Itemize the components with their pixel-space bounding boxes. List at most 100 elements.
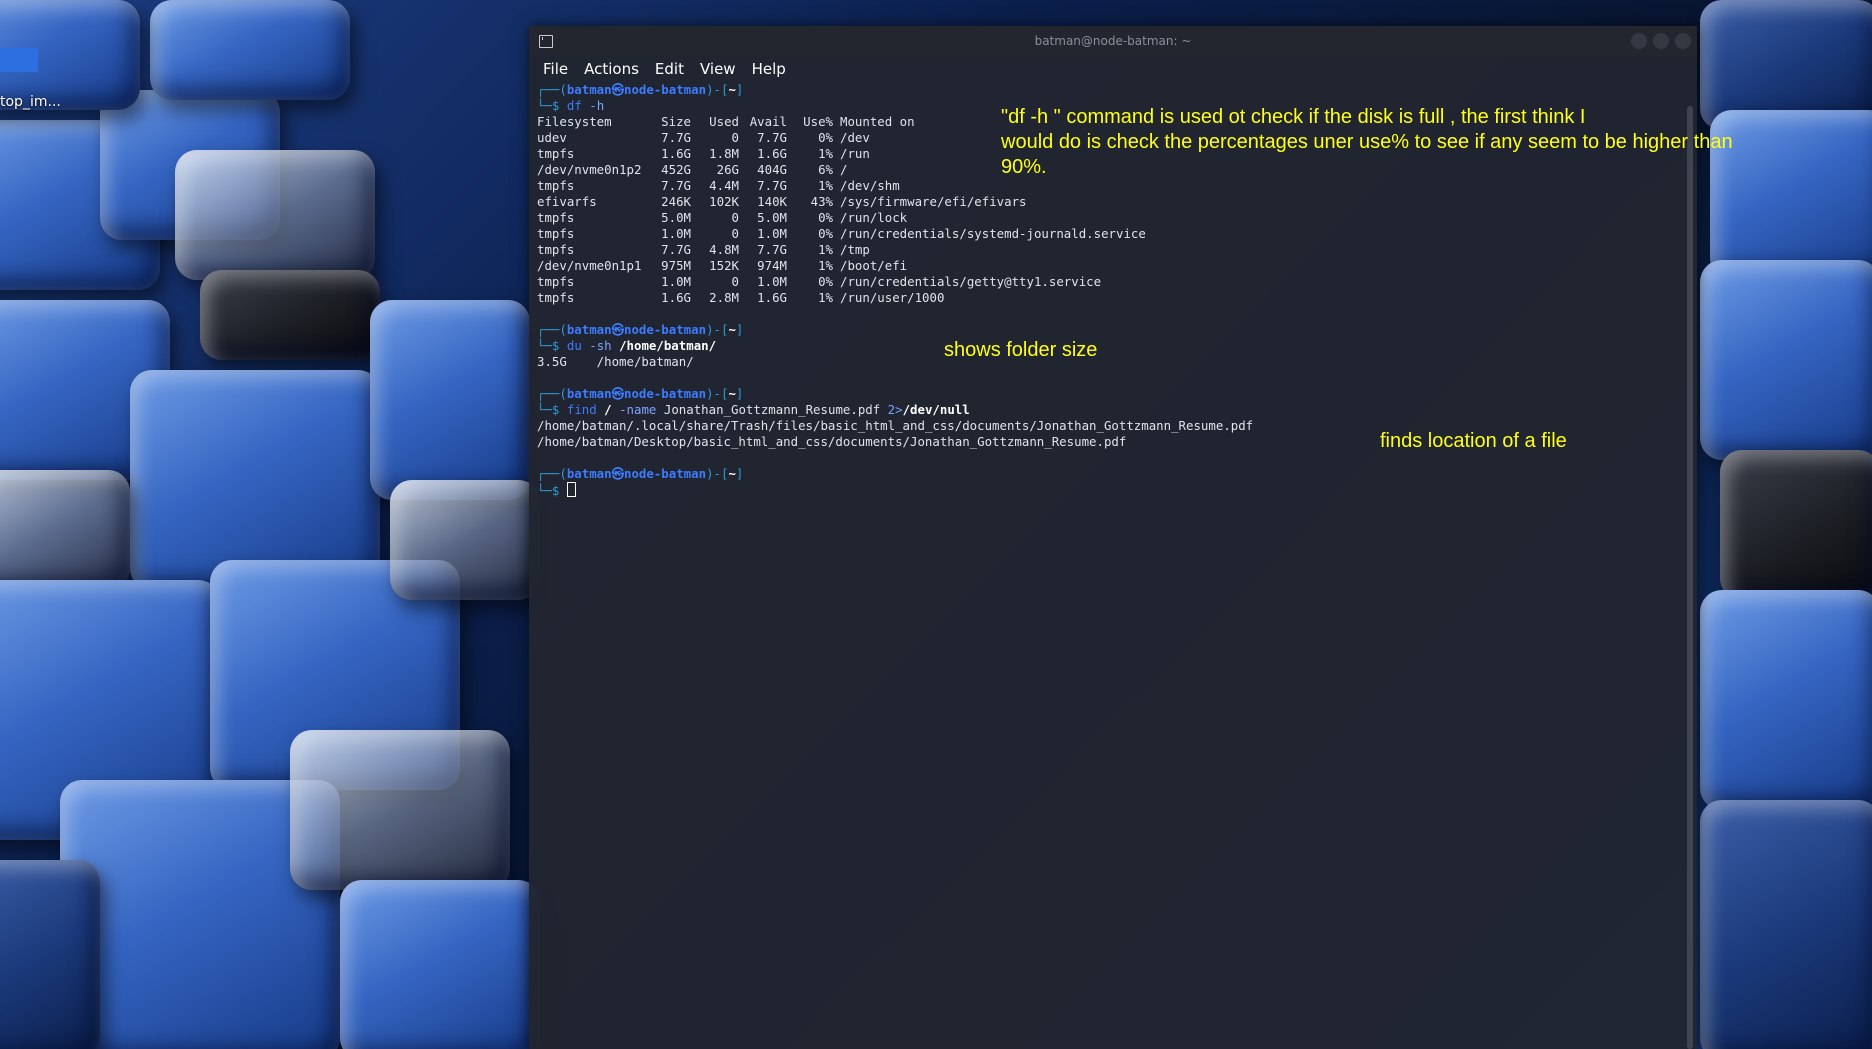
prompt-line-4: ┌──(batman㉿node-batman)-[~] xyxy=(537,466,744,481)
df-cell: 7.7G xyxy=(661,242,691,257)
df-cell: 1.6G xyxy=(757,290,787,305)
wallpaper-cube xyxy=(200,270,380,360)
df-cell: /tmp xyxy=(840,242,870,257)
df-cell: 0 xyxy=(731,274,739,289)
wallpaper-cube xyxy=(390,480,540,600)
df-cell: /run/credentials/systemd-journald.servic… xyxy=(840,226,1146,241)
df-cell: /dev/nvme0n1p2 xyxy=(537,162,642,177)
command-line-du: └─$ du -sh /home/batman/ xyxy=(537,338,717,353)
df-cell: 102K xyxy=(709,194,739,209)
df-annotation-line: 90%. xyxy=(1001,156,1047,178)
df-cell: 1.6G xyxy=(661,146,691,161)
du-annotation: shows folder size xyxy=(944,339,1098,361)
df-cell: 0% xyxy=(818,226,833,241)
table-row: tmpfs 1.6G 2.8M 1.6G 1% /run/user/1000 xyxy=(537,290,1146,306)
table-row: efivarfs 246K 102K 140K 43% /sys/firmware/efi… xyxy=(537,194,1146,210)
du-output: 3.5G /home/batman/ xyxy=(537,354,694,369)
df-cell: 0% xyxy=(818,274,833,289)
df-cell: 1% xyxy=(818,146,833,161)
df-cell: Use% xyxy=(803,114,833,129)
df-cell: udev xyxy=(537,130,567,145)
df-cell: 1% xyxy=(818,242,833,257)
df-cell: 140K xyxy=(757,194,787,209)
df-cell: 1.0M xyxy=(661,226,691,241)
title-bar[interactable]: batman@node-batman: ~ xyxy=(529,26,1697,56)
df-cell: 7.7G xyxy=(757,130,787,145)
df-cell: /run/lock xyxy=(840,210,908,225)
df-cell: 5.0M xyxy=(661,210,691,225)
df-cell: 0% xyxy=(818,210,833,225)
df-cell: tmpfs xyxy=(537,242,575,257)
desktop-file-label[interactable]: top_im... xyxy=(0,94,61,110)
df-cell: 7.7G xyxy=(661,178,691,193)
df-cell: 0 xyxy=(731,226,739,241)
df-cell: /sys/firmware/efi/efivars xyxy=(840,194,1027,209)
df-cell: efivarfs xyxy=(537,194,597,209)
df-cell: tmpfs xyxy=(537,210,575,225)
terminal-output[interactable]: ┌──(batman㉿node-batman)-[~] └─$ df -h Fi… xyxy=(537,82,1679,1049)
df-cell: 975M xyxy=(661,258,691,273)
df-cell: 1.8M xyxy=(709,146,739,161)
wallpaper-cube xyxy=(1710,110,1872,280)
table-row: tmpfs 1.0M 0 1.0M 0% /run/credentials/systemd… xyxy=(537,226,1146,242)
df-cell: 7.7G xyxy=(757,242,787,257)
close-button[interactable] xyxy=(1675,33,1691,49)
menu-actions[interactable]: Actions xyxy=(584,60,639,78)
df-cell: tmpfs xyxy=(537,178,575,193)
df-cell: 43% xyxy=(810,194,833,209)
menu-edit[interactable]: Edit xyxy=(655,60,684,78)
df-cell: 26G xyxy=(716,162,739,177)
table-row: tmpfs 7.7G 4.8M 7.7G 1% /tmp xyxy=(537,242,1146,258)
menu-help[interactable]: Help xyxy=(752,60,786,78)
menu-bar: File Actions Edit View Help xyxy=(529,56,1697,82)
df-cell: 152K xyxy=(709,258,739,273)
df-cell: 0 xyxy=(731,130,739,145)
df-cell: 1.0M xyxy=(757,226,787,241)
df-cell: /dev/nvme0n1p1 xyxy=(537,258,642,273)
df-cell: Size xyxy=(661,114,691,129)
wallpaper-cube xyxy=(1700,800,1872,1049)
df-cell: 0 xyxy=(731,210,739,225)
desktop-file-icon[interactable] xyxy=(0,48,38,72)
menu-file[interactable]: File xyxy=(543,60,568,78)
df-cell: 246K xyxy=(661,194,691,209)
df-cell: tmpfs xyxy=(537,290,575,305)
df-cell: Filesystem xyxy=(537,114,612,129)
maximize-button[interactable] xyxy=(1653,33,1669,49)
df-cell: 7.7G xyxy=(661,130,691,145)
df-cell: 1.6G xyxy=(661,290,691,305)
wallpaper-cube xyxy=(370,300,530,500)
df-annotation: "df -h " command is used ot check if the… xyxy=(1001,105,1733,180)
wallpaper-cube xyxy=(1700,260,1872,460)
df-cell: tmpfs xyxy=(537,226,575,241)
df-cell: 4.8M xyxy=(709,242,739,257)
minimize-button[interactable] xyxy=(1631,33,1647,49)
table-row: tmpfs 7.7G 4.4M 7.7G 1% /dev/shm xyxy=(537,178,1146,194)
df-cell: 404G xyxy=(757,162,787,177)
df-cell: 2.8M xyxy=(709,290,739,305)
df-cell: 1% xyxy=(818,178,833,193)
df-cell: 1% xyxy=(818,258,833,273)
menu-view[interactable]: View xyxy=(700,60,736,78)
wallpaper-cube xyxy=(130,370,380,590)
active-command-line[interactable]: └─$ xyxy=(537,482,1679,498)
df-cell: 1% xyxy=(818,290,833,305)
wallpaper-cube xyxy=(150,0,350,100)
df-cell: 7.7G xyxy=(757,178,787,193)
df-cell: 1.6G xyxy=(757,146,787,161)
table-row: tmpfs 5.0M 0 5.0M 0% /run/lock xyxy=(537,210,1146,226)
df-cell: 974M xyxy=(757,258,787,273)
wallpaper-cube xyxy=(1700,590,1872,810)
df-cell: 6% xyxy=(818,162,833,177)
df-cell: /boot/efi xyxy=(840,258,908,273)
terminal-scrollbar[interactable] xyxy=(1687,106,1693,1049)
df-cell: 0% xyxy=(818,130,833,145)
df-cell: /dev/shm xyxy=(840,178,900,193)
find-annotation: finds location of a file xyxy=(1380,430,1567,452)
wallpaper-cube xyxy=(0,860,100,1049)
wallpaper-cube xyxy=(175,150,375,280)
df-cell: Used xyxy=(709,114,739,129)
df-annotation-line: "df -h " command is used ot check if the… xyxy=(1001,106,1586,128)
df-cell: 452G xyxy=(661,162,691,177)
table-row: /dev/nvme0n1p1 975M 152K 974M 1% /boot/efi xyxy=(537,258,1146,274)
